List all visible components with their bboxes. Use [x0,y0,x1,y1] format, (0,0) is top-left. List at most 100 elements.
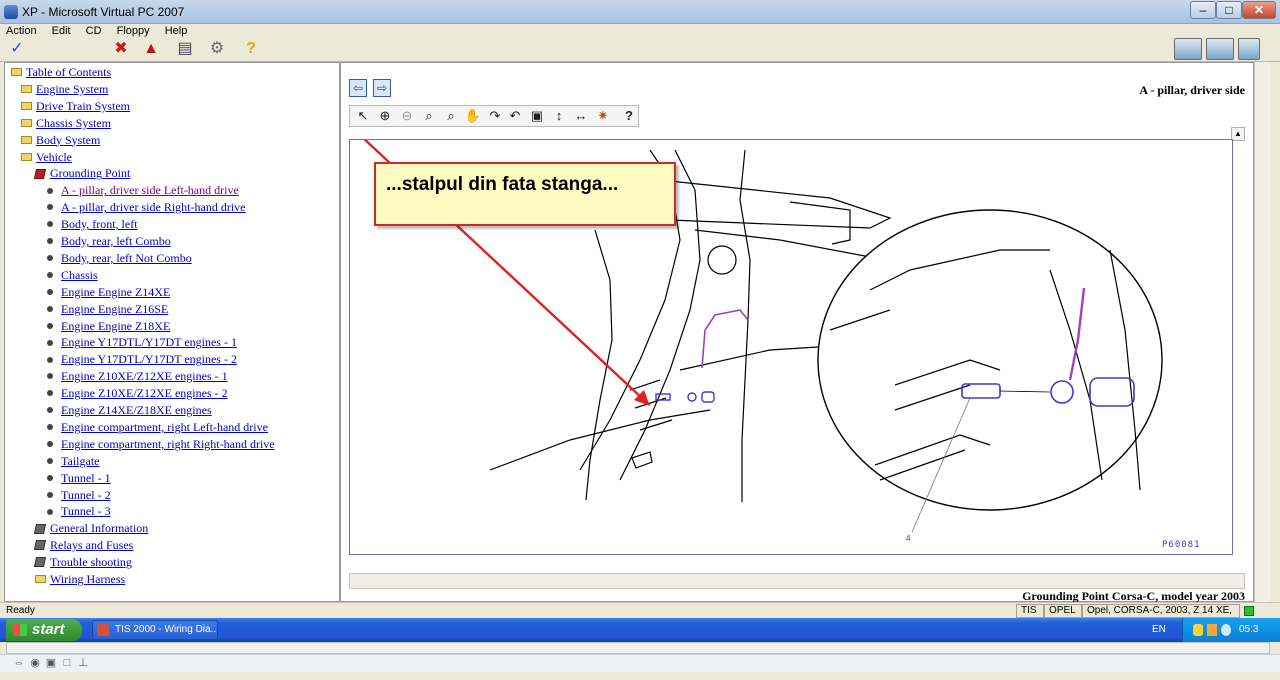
language-indicator[interactable]: EN [1152,618,1166,642]
tree-item[interactable]: Chassis [47,268,98,284]
tree-item[interactable]: Drive Train System [21,99,130,115]
back-button[interactable]: ⇦ [349,79,367,97]
viewer-scroll-up-button[interactable]: ▲ [1231,127,1245,141]
tree-item-label[interactable]: Engine Z10XE/Z12XE engines - 2 [61,386,228,400]
tree-item-label[interactable]: Chassis [61,268,98,282]
tree-item-label[interactable]: Tunnel - 2 [61,488,111,502]
menu-help[interactable]: Help [159,24,194,37]
tree-item-label[interactable]: Drive Train System [36,99,130,113]
taskbar-item-tis[interactable]: TIS 2000 - Wiring Dia... [92,620,218,640]
tree-item-label[interactable]: Table of Contents [26,65,111,79]
tree-item-label[interactable]: Grounding Point [50,166,130,180]
tree-item[interactable]: A - pillar, driver side Left-hand drive [47,183,239,199]
tree-item[interactable]: Tunnel - 1 [47,471,111,487]
pane-vertical-scrollbar[interactable] [1254,62,1270,602]
volume-icon[interactable] [1221,624,1231,636]
tree-item-label[interactable]: Chassis System [36,116,111,130]
tree-item-label[interactable]: Tunnel - 3 [61,504,111,518]
host-network-icon[interactable]: ⊥ [76,657,90,669]
tree-item[interactable]: General Information [33,521,148,537]
tree-item[interactable]: Tailgate [47,454,99,470]
security-shield-icon[interactable] [1193,624,1203,636]
network-icon[interactable] [1207,624,1217,636]
tree-item[interactable]: Engine Y17DTL/Y17DT engines - 2 [47,352,237,368]
close-button[interactable]: ✕ [1242,1,1276,19]
tree-item-label[interactable]: Trouble shooting [50,555,132,569]
tree-item[interactable]: Engine System [21,82,108,98]
tree-item-label[interactable]: Body, rear, left Combo [61,234,171,248]
rotate-right-icon[interactable]: ↷ [486,107,504,125]
tree-item-label[interactable]: Body, front, left [61,217,138,231]
host-mouse-icon[interactable]: ⇔ [12,657,26,669]
tree-item-label[interactable]: Tailgate [61,454,99,468]
menu-edit[interactable]: Edit [46,24,77,37]
menu-floppy[interactable]: Floppy [111,24,156,37]
forward-button[interactable]: ⇨ [373,79,391,97]
host-horizontal-scrollbar[interactable] [6,642,1270,654]
tree-item[interactable]: Engine Engine Z16SE [47,302,168,318]
host-floppy-icon[interactable]: ▣ [44,657,58,669]
tree-item-label[interactable]: Engine Engine Z16SE [61,302,168,316]
tree-item-label[interactable]: Body, rear, left Not Combo [61,251,192,265]
tree-item[interactable]: Engine Engine Z14XE [47,285,170,301]
print-icon[interactable]: ▤ [174,39,196,59]
zoom-out-icon[interactable]: ⊖ [398,107,416,125]
tree-item-label[interactable]: Engine compartment, right Right-hand dri… [61,437,275,451]
tree-item-label[interactable]: General Information [50,521,148,535]
tree-item[interactable]: Vehicle [21,150,72,166]
tree-item[interactable]: Tunnel - 2 [47,488,111,504]
tree-item-label[interactable]: Relays and Fuses [50,538,133,552]
tree-item[interactable]: Chassis System [21,116,111,132]
pan-hand-icon[interactable]: ✋ [464,107,482,125]
settings-icon[interactable]: ⚙ [206,39,228,59]
minimize-button[interactable]: – [1190,1,1216,19]
tree-item-label[interactable]: Engine Engine Z14XE [61,285,170,299]
tree-item[interactable]: Engine Engine Z18XE [47,319,170,335]
rotate-left-icon[interactable]: ↶ [506,107,524,125]
tree-item[interactable]: Wiring Harness [35,572,125,588]
start-button[interactable]: start [6,619,82,641]
tree-item-label[interactable]: Engine Y17DTL/Y17DT engines - 1 [61,335,237,349]
highlight-icon[interactable]: ✷ [594,107,612,125]
fit-height-icon[interactable]: ↕ [550,107,568,125]
tool-car-icon[interactable] [1206,38,1234,60]
viewer-horizontal-scrollbar[interactable] [349,573,1245,589]
tree-item[interactable]: A - pillar, driver side Right-hand drive [47,200,245,216]
menu-cd[interactable]: CD [80,24,108,37]
open-icon[interactable]: ✓ [6,39,28,59]
tree-item-label[interactable]: Engine System [36,82,108,96]
tool-wrench-icon[interactable] [1174,38,1202,60]
tree-item-label[interactable]: Engine Z10XE/Z12XE engines - 1 [61,369,228,383]
tree-item-label[interactable]: Body System [36,133,100,147]
tree-item[interactable]: Engine compartment, right Left-hand driv… [47,420,268,436]
select-icon[interactable]: ↖ [354,107,372,125]
tree-item[interactable]: Trouble shooting [33,555,132,571]
home-icon[interactable]: ▲ [140,39,162,59]
tree-item[interactable]: Engine Z10XE/Z12XE engines - 1 [47,369,228,385]
fit-width-icon[interactable]: ↔ [572,107,590,125]
tree-item-label[interactable]: Engine Z14XE/Z18XE engines [61,403,212,417]
maximize-button[interactable]: □ [1216,1,1242,19]
tree-item[interactable]: Body, front, left [47,217,138,233]
zoom-in-icon[interactable]: ⊕ [376,107,394,125]
magnify-icon[interactable]: ⌕ [420,107,438,125]
host-shared-folder-icon[interactable]: □ [60,657,74,669]
tree-item-label[interactable]: Tunnel - 1 [61,471,111,485]
tree-item[interactable]: Body, rear, left Not Combo [47,251,192,267]
tree-item-label[interactable]: Engine compartment, right Left-hand driv… [61,420,268,434]
tool-book-icon[interactable] [1238,38,1260,60]
viewer-help-icon[interactable]: ? [620,107,638,125]
diagram-viewer[interactable]: ...stalpul din fata stanga... P60081 4 [349,139,1233,555]
tree-item-label[interactable]: A - pillar, driver side Left-hand drive [61,183,239,197]
tree-item[interactable]: Engine Z14XE/Z18XE engines [47,403,212,419]
tree-item[interactable]: Relays and Fuses [33,538,133,554]
tree-item-label[interactable]: Vehicle [36,150,72,164]
menu-action[interactable]: Action [0,24,43,37]
tree-item[interactable]: Engine Z10XE/Z12XE engines - 2 [47,386,228,402]
fit-window-icon[interactable]: ▣ [528,107,546,125]
help-icon[interactable]: ? [240,39,262,59]
tree-item[interactable]: Engine compartment, right Right-hand dri… [47,437,275,453]
tree-item-label[interactable]: Engine Y17DTL/Y17DT engines - 2 [61,352,237,366]
tree-item-label[interactable]: Engine Engine Z18XE [61,319,170,333]
zoom-window-icon[interactable]: ⌕ [442,107,460,125]
